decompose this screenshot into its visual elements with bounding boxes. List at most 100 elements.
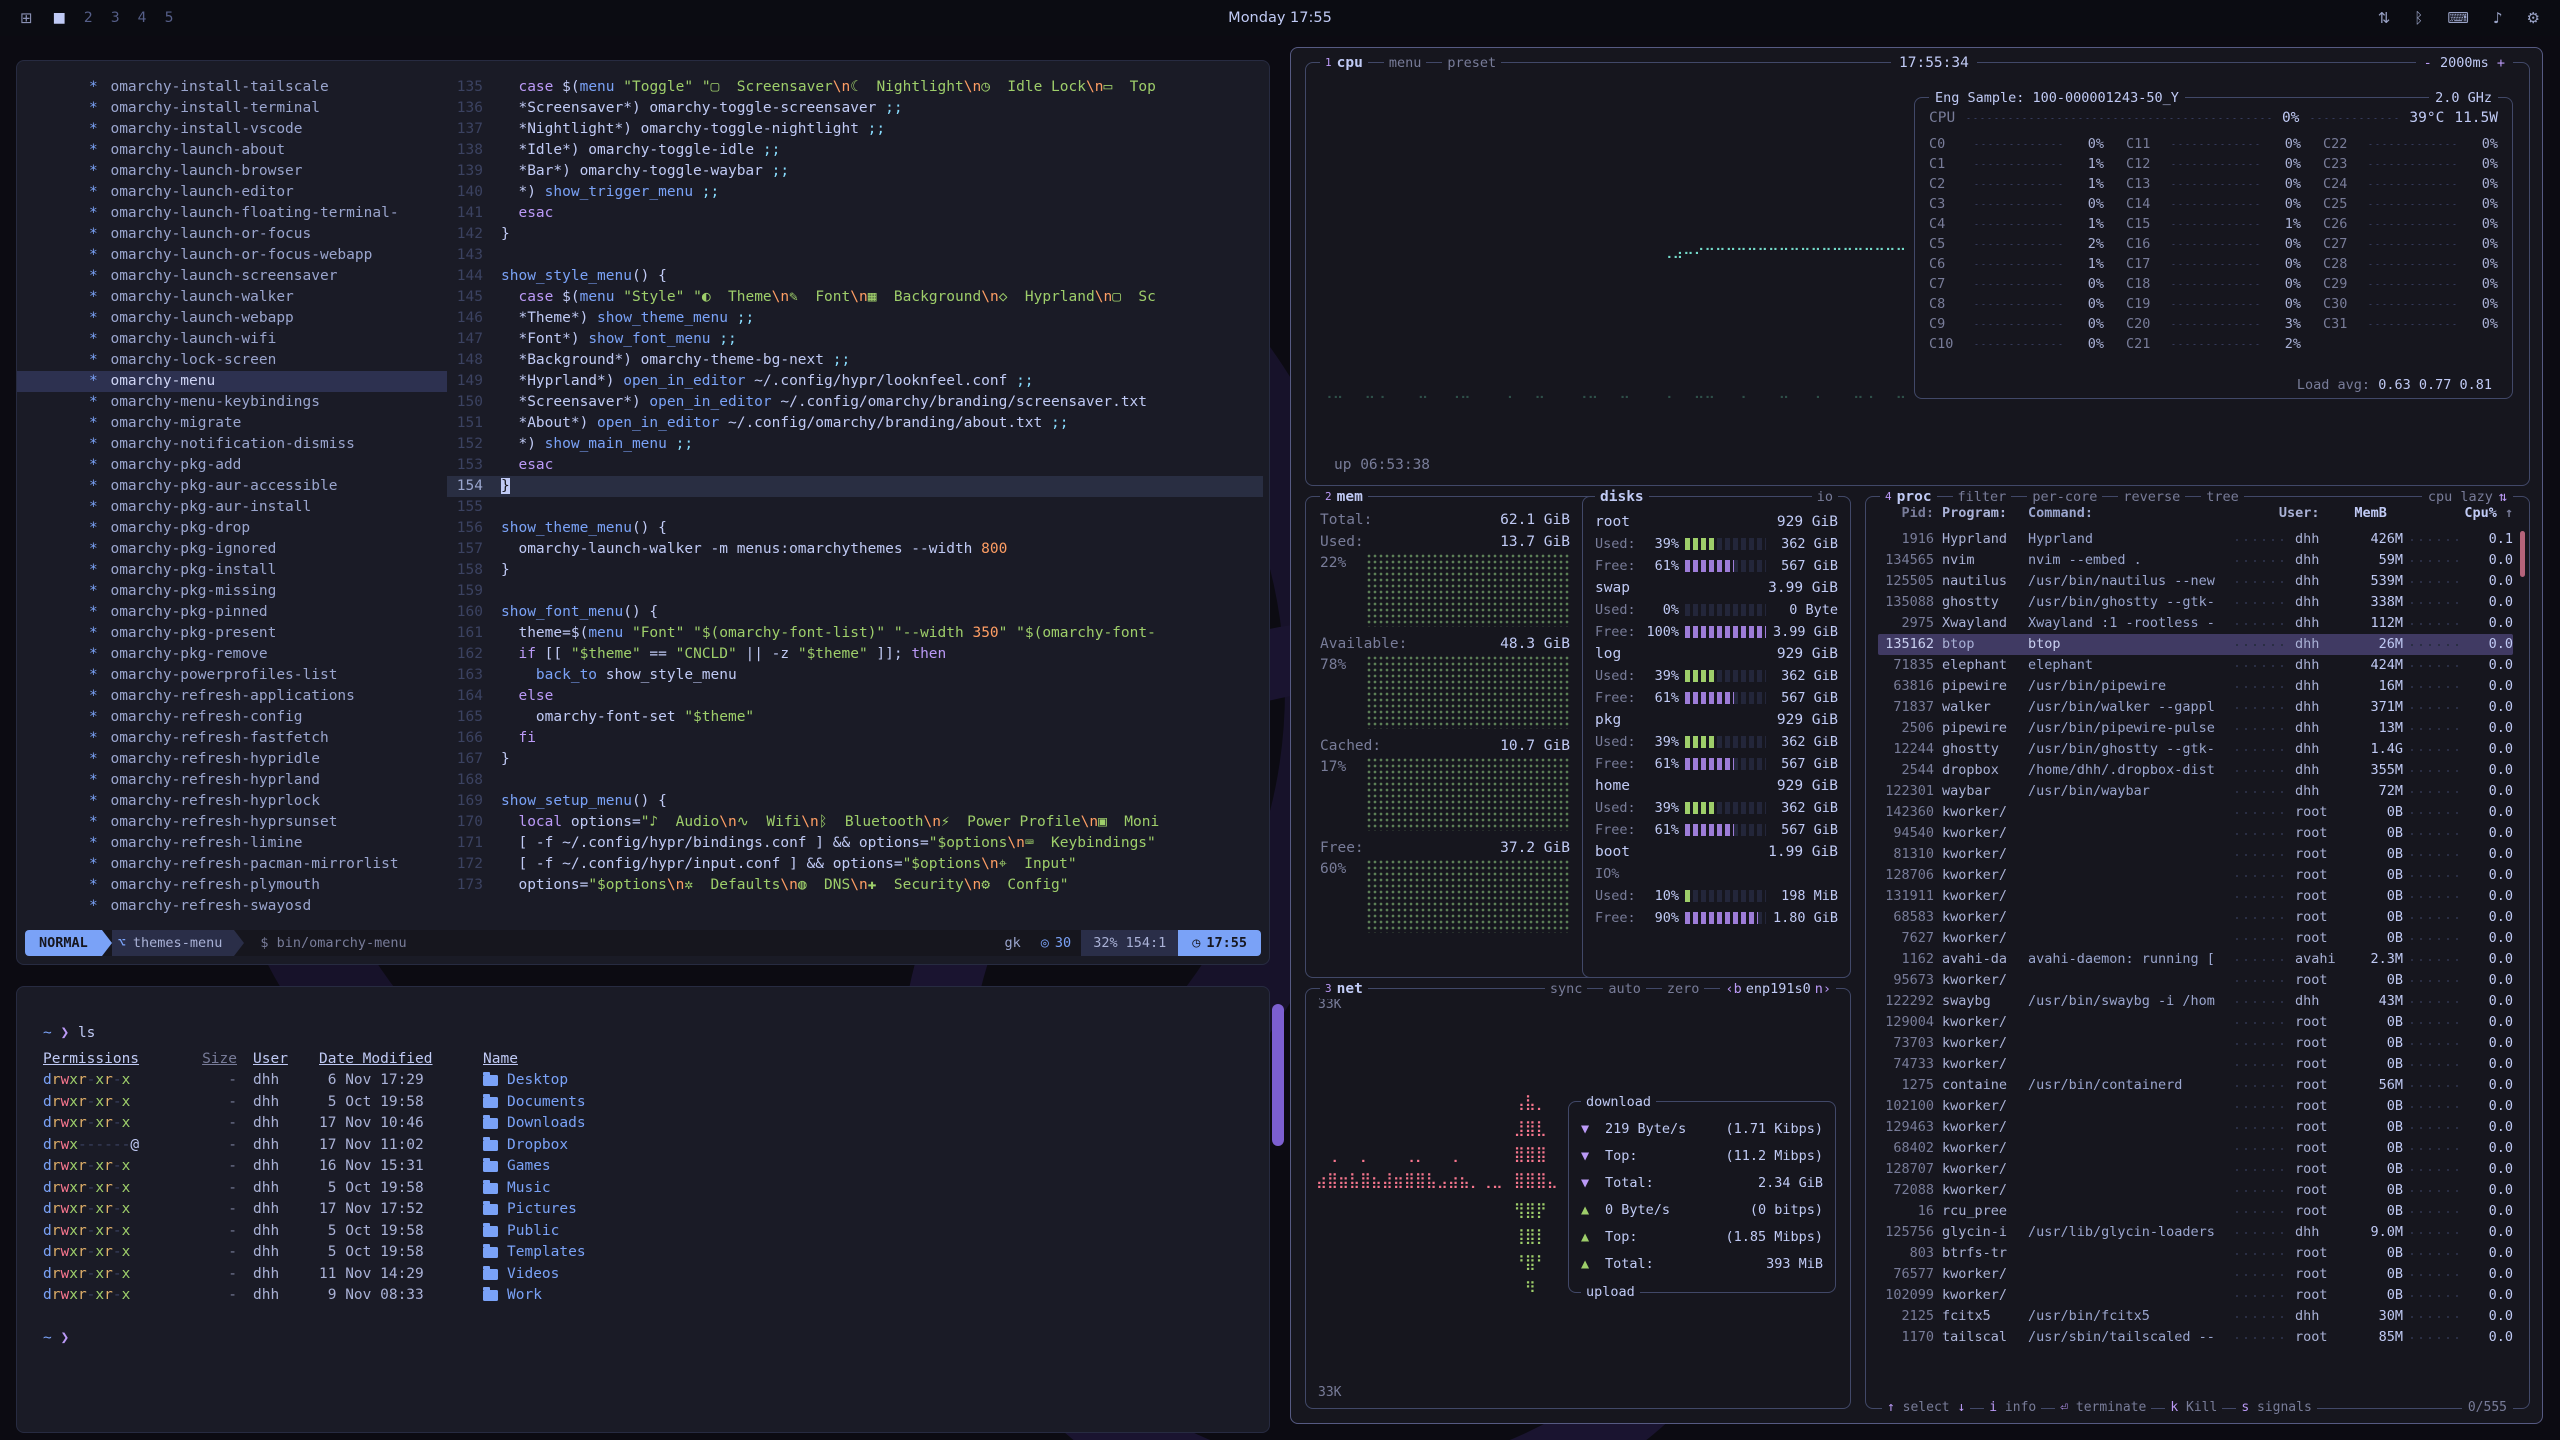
file-item[interactable]: * omarchy-menu (17, 371, 447, 392)
file-item[interactable]: * omarchy-pkg-aur-install (17, 497, 447, 518)
file-item[interactable]: * omarchy-install-terminal (17, 98, 447, 119)
reverse-tab[interactable]: reverse (2118, 487, 2185, 507)
file-item[interactable]: * omarchy-pkg-ignored (17, 539, 447, 560)
zero-tab[interactable]: zero (1662, 979, 1705, 999)
interface-selector[interactable]: ‹b enp191s0 n› (1720, 979, 1836, 999)
code-line[interactable]: 156show_theme_menu() { (447, 518, 1263, 539)
process-row[interactable]: 102099kworker/root0B0.0 (1878, 1285, 2513, 1306)
update-interval[interactable]: - 2000ms + (2416, 53, 2513, 73)
process-row[interactable]: 128706kworker/root0B0.0 (1878, 865, 2513, 886)
auto-tab[interactable]: auto (1603, 979, 1646, 999)
process-row[interactable]: 71835elephantelephantdhh424M0.0 (1878, 655, 2513, 676)
code-line[interactable]: 153 esac (447, 455, 1263, 476)
code-line[interactable]: 159 (447, 581, 1263, 602)
code-line[interactable]: 140 *) show_trigger_menu ;; (447, 182, 1263, 203)
process-row[interactable]: 125756glycin-i/usr/lib/glycin-loadersdhh… (1878, 1222, 2513, 1243)
file-item[interactable]: * omarchy-launch-or-focus-webapp (17, 245, 447, 266)
file-item[interactable]: * omarchy-menu-keybindings (17, 392, 447, 413)
file-item[interactable]: * omarchy-refresh-hyprland (17, 770, 447, 791)
btop-window[interactable]: 1cpu menu preset 17:55:34 - 2000ms + ⠀⠀⠀… (1290, 47, 2543, 1424)
code-line[interactable]: 162 if [[ "$theme" == "CNCLD" || -z "$th… (447, 644, 1263, 665)
workspace-3[interactable]: 3 (111, 10, 120, 26)
process-row[interactable]: 1916HyprlandHyprlanddhh426M0.1 (1878, 529, 2513, 550)
code-line[interactable]: 136 *Screensaver*) omarchy-toggle-screen… (447, 98, 1263, 119)
file-item[interactable]: * omarchy-refresh-hyprlock (17, 791, 447, 812)
code-line[interactable]: 142} (447, 224, 1263, 245)
code-line[interactable]: 172 [ -f ~/.config/hypr/input.conf ] && … (447, 854, 1263, 875)
bluetooth-icon[interactable]: ᛒ (2414, 9, 2423, 27)
process-row[interactable]: 122292swaybg/usr/bin/swaybg -i /homdhh43… (1878, 991, 2513, 1012)
file-item[interactable]: * omarchy-powerprofiles-list (17, 665, 447, 686)
preset-tab[interactable]: preset (1442, 53, 1501, 73)
process-table-header[interactable]: Pid: Program: Command: User: MemB Cpu% ↑ (1878, 505, 2513, 521)
process-row[interactable]: 74733kworker/root0B0.0 (1878, 1054, 2513, 1075)
code-line[interactable]: 155 (447, 497, 1263, 518)
neovim-window[interactable]: * omarchy-install-tailscale* omarchy-ins… (16, 60, 1270, 965)
code-line[interactable]: 170 local options="♪ Audio\n∿ Wifi\nᛒ Bl… (447, 812, 1263, 833)
code-line[interactable]: 146 *Theme*) show_theme_menu ;; (447, 308, 1263, 329)
process-row[interactable]: 16rcu_preeroot0B0.0 (1878, 1201, 2513, 1222)
proc-panel-title[interactable]: 4proc (1880, 487, 1937, 507)
tree-tab[interactable]: tree (2201, 487, 2244, 507)
process-row[interactable]: 1162avahi-daavahi-daemon: running [avahi… (1878, 949, 2513, 970)
sort-selector[interactable]: cpu lazy⇅ (2422, 487, 2513, 507)
code-line[interactable]: 165 omarchy-font-set "$theme" (447, 707, 1263, 728)
process-row[interactable]: 68402kworker/root0B0.0 (1878, 1138, 2513, 1159)
code-line[interactable]: 169show_setup_menu() { (447, 791, 1263, 812)
proc-action-kill[interactable]: k Kill (2165, 1398, 2222, 1418)
settings-gear-icon[interactable]: ⚙ (2527, 9, 2540, 27)
code-line[interactable]: 143 (447, 245, 1263, 266)
file-item[interactable]: * omarchy-refresh-pacman-mirrorlist (17, 854, 447, 875)
file-item[interactable]: * omarchy-refresh-fastfetch (17, 728, 447, 749)
code-line[interactable]: 138 *Idle*) omarchy-toggle-idle ;; (447, 140, 1263, 161)
file-item[interactable]: * omarchy-notification-dismiss (17, 434, 447, 455)
process-row[interactable]: 134565nvimnvim --embed .dhh59M0.0 (1878, 550, 2513, 571)
workspace-2[interactable]: 2 (84, 10, 93, 26)
file-item[interactable]: * omarchy-refresh-applications (17, 686, 447, 707)
file-item[interactable]: * omarchy-lock-screen (17, 350, 447, 371)
code-line[interactable]: 161 theme=$(menu "Font" "$(omarchy-font-… (447, 623, 1263, 644)
file-item[interactable]: * omarchy-pkg-remove (17, 644, 447, 665)
file-item[interactable]: * omarchy-launch-walker (17, 287, 447, 308)
file-item[interactable]: * omarchy-launch-about (17, 140, 447, 161)
code-line[interactable]: 160show_font_menu() { (447, 602, 1263, 623)
process-row[interactable]: 131911kworker/root0B0.0 (1878, 886, 2513, 907)
mem-panel-title[interactable]: 2mem (1320, 487, 1368, 507)
file-item[interactable]: * omarchy-launch-floating-terminal- (17, 203, 447, 224)
file-item[interactable]: * omarchy-pkg-present (17, 623, 447, 644)
process-row[interactable]: 135162btopbtopdhh26M0.0 (1878, 634, 2513, 655)
workspace-4[interactable]: 4 (138, 10, 147, 26)
file-item[interactable]: * omarchy-refresh-hyprsunset (17, 812, 447, 833)
cpu-panel-title[interactable]: 1cpu (1320, 53, 1368, 73)
file-item[interactable]: * omarchy-pkg-missing (17, 581, 447, 602)
code-line[interactable]: 137 *Nightlight*) omarchy-toggle-nightli… (447, 119, 1263, 140)
process-row[interactable]: 125505nautilus/usr/bin/nautilus --newdhh… (1878, 571, 2513, 592)
file-item[interactable]: * omarchy-launch-screensaver (17, 266, 447, 287)
code-line[interactable]: 164 else (447, 686, 1263, 707)
file-item[interactable]: * omarchy-launch-or-focus (17, 224, 447, 245)
process-row[interactable]: 68583kworker/root0B0.0 (1878, 907, 2513, 928)
code-line[interactable]: 154} (447, 476, 1263, 497)
code-line[interactable]: 158} (447, 560, 1263, 581)
sync-tab[interactable]: sync (1545, 979, 1588, 999)
process-row[interactable]: 73703kworker/root0B0.0 (1878, 1033, 2513, 1054)
filter-tab[interactable]: filter (1953, 487, 2012, 507)
file-item[interactable]: * omarchy-install-vscode (17, 119, 447, 140)
process-row[interactable]: 1275containe/usr/bin/containerdroot56M0.… (1878, 1075, 2513, 1096)
process-row[interactable]: 122301waybar/usr/bin/waybardhh72M0.0 (1878, 781, 2513, 802)
file-item[interactable]: * omarchy-refresh-limine (17, 833, 447, 854)
disks-title[interactable]: disks (1595, 487, 1649, 507)
code-line[interactable]: 166 fi (447, 728, 1263, 749)
nvim-code-area[interactable]: 135 case $(menu "Toggle" "▢ Screensaver\… (447, 77, 1263, 896)
menu-tab[interactable]: menu (1384, 53, 1427, 73)
code-line[interactable]: 151 *About*) open_in_editor ~/.config/om… (447, 413, 1263, 434)
process-row[interactable]: 1170tailscal/usr/sbin/tailscaled --root8… (1878, 1327, 2513, 1348)
code-line[interactable]: 152 *) show_main_menu ;; (447, 434, 1263, 455)
code-line[interactable]: 167} (447, 749, 1263, 770)
code-line[interactable]: 144show_style_menu() { (447, 266, 1263, 287)
file-item[interactable]: * omarchy-pkg-aur-accessible (17, 476, 447, 497)
code-line[interactable]: 168 (447, 770, 1263, 791)
process-row[interactable]: 129463kworker/root0B0.0 (1878, 1117, 2513, 1138)
file-item[interactable]: * omarchy-launch-browser (17, 161, 447, 182)
code-line[interactable]: 163 back_to show_style_menu (447, 665, 1263, 686)
